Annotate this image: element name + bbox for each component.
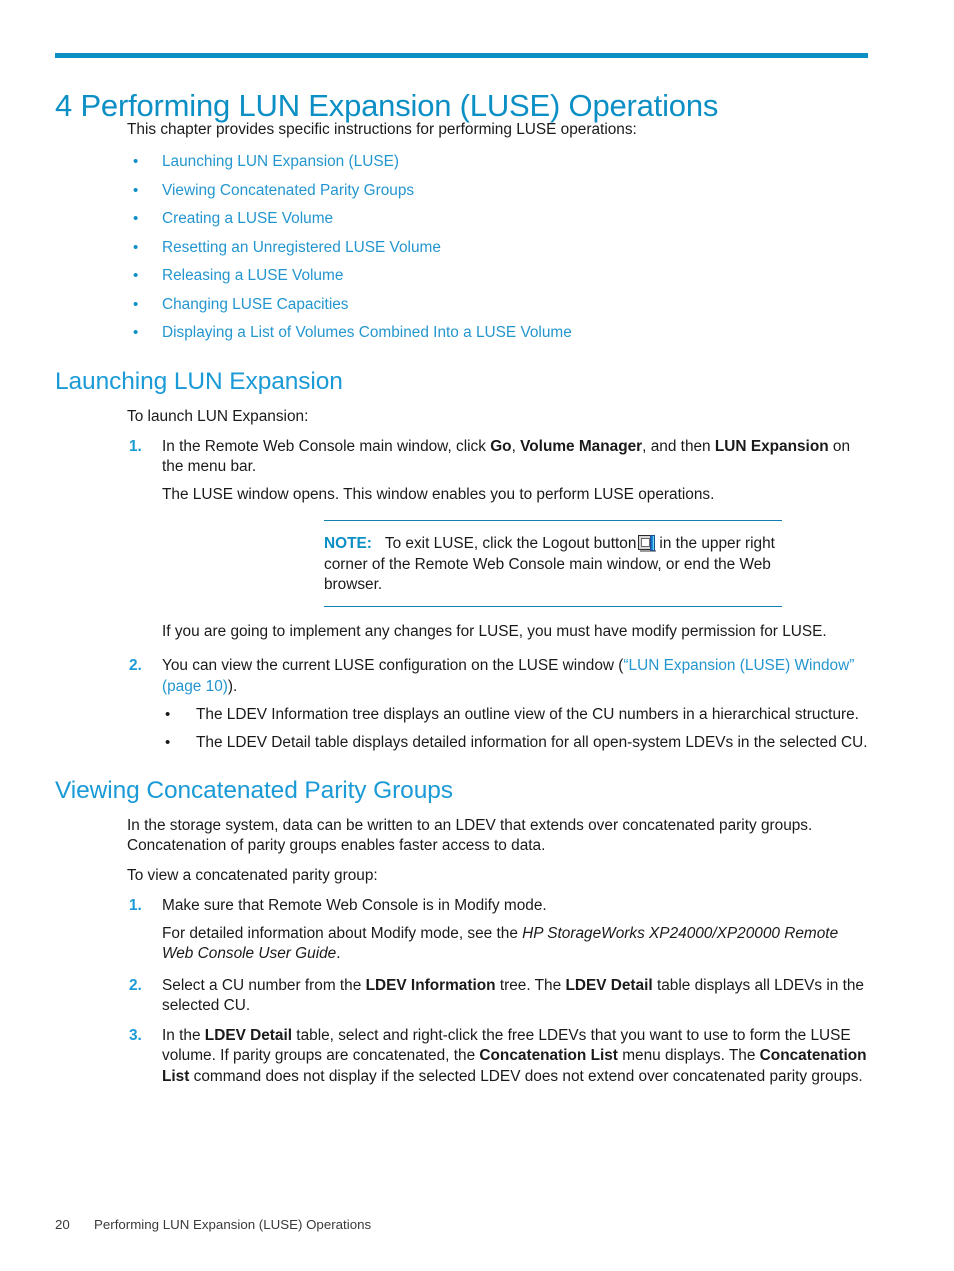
step-text-part: Select a CU number from the <box>162 976 366 994</box>
bullet-icon: • <box>133 267 139 284</box>
viewing-steps-list: 1. Make sure that Remote Web Console is … <box>0 896 954 1087</box>
footer-page-number: 20 <box>55 1217 70 1232</box>
sub-bullet-text: The LDEV Information tree displays an ou… <box>196 706 859 723</box>
toc-link-changing-luse-capacities[interactable]: Changing LUSE Capacities <box>162 296 349 313</box>
bullet-icon: • <box>133 181 139 199</box>
step-number: 2. <box>129 657 142 674</box>
step-text-part: command does not display if the selected… <box>189 1067 863 1085</box>
step-text-part: For detailed information about Modify mo… <box>162 924 523 942</box>
list-item: • Launching LUN Expansion (LUSE) <box>0 153 954 171</box>
step-number: 1. <box>129 437 142 455</box>
step-text-part: , and then <box>642 437 715 455</box>
step-text: Make sure that Remote Web Console is in … <box>162 897 547 914</box>
step-text-part: . <box>336 945 341 962</box>
bullet-icon: • <box>133 324 139 341</box>
note-admonition: NOTE: To exit LUSE, click the Logout butt… <box>324 520 782 607</box>
list-item: • The LDEV Detail table displays detaile… <box>162 733 868 754</box>
note-text: NOTE: To exit LUSE, click the Logout butt… <box>324 534 782 596</box>
list-item: • Releasing a LUSE Volume <box>0 267 954 285</box>
note-label: NOTE: <box>324 535 372 552</box>
toc-link-viewing-concatenated-parity-groups[interactable]: Viewing Concatenated Parity Groups <box>162 182 414 199</box>
note-text-part: To exit LUSE, click the Logout button <box>384 535 637 552</box>
step-text: In the LDEV Detail table, select and rig… <box>162 1026 868 1088</box>
step-item-2: 2. You can view the current LUSE configu… <box>0 656 954 753</box>
toc-link-creating-a-luse-volume[interactable]: Creating a LUSE Volume <box>162 210 333 227</box>
logout-button-icon <box>638 535 657 552</box>
step-number: 2. <box>129 976 142 994</box>
header-rule <box>55 53 868 58</box>
chapter-intro-paragraph: This chapter provides specific instructi… <box>127 121 637 138</box>
bullet-icon: • <box>165 706 171 723</box>
step-text: In the Remote Web Console main window, c… <box>162 437 868 478</box>
step-text-part: In the Remote Web Console main window, c… <box>162 437 491 455</box>
step-text: Select a CU number from the LDEV Informa… <box>162 976 868 1017</box>
step-item-2: 2. Select a CU number from the LDEV Info… <box>0 976 954 1017</box>
modify-permission-paragraph: If you are going to implement any change… <box>162 622 827 640</box>
step-bold-ldev-information: LDEV Information <box>365 976 496 994</box>
step-followup-text: The LUSE window opens. This window enabl… <box>162 485 715 503</box>
bullet-icon: • <box>133 153 139 170</box>
list-item: • Changing LUSE Capacities <box>0 296 954 314</box>
section-heading-launching-lun-expansion: Launching LUN Expansion <box>55 367 343 395</box>
step-bold-concatenation-list: Concatenation List <box>479 1047 618 1064</box>
step-number: 1. <box>129 897 142 914</box>
viewing-paragraph-1: In the storage system, data can be writt… <box>127 817 813 854</box>
launching-lead-paragraph: To launch LUN Expansion: <box>127 407 309 425</box>
step-text-part: ). <box>227 677 238 695</box>
toc-link-displaying-a-list-of-volumes[interactable]: Displaying a List of Volumes Combined In… <box>162 324 572 341</box>
step-text: You can view the current LUSE configurat… <box>162 656 868 697</box>
step-followup-text: For detailed information about Modify mo… <box>162 924 868 965</box>
step2-sub-bullets: • The LDEV Information tree displays an … <box>162 705 868 753</box>
bullet-icon: • <box>165 733 171 751</box>
toc-link-resetting-an-unregistered-luse-volume[interactable]: Resetting an Unregistered LUSE Volume <box>162 239 441 256</box>
page-title: 4 Performing LUN Expansion (LUSE) Operat… <box>55 87 719 123</box>
list-item: • The LDEV Information tree displays an … <box>162 705 868 726</box>
step-text-part: , <box>511 437 521 455</box>
step-text-part: You can view the current LUSE configurat… <box>162 657 624 674</box>
list-item: • Creating a LUSE Volume <box>0 210 954 228</box>
step-item-1: 1. In the Remote Web Console main window… <box>0 437 954 643</box>
step-text-part: menu displays. The <box>617 1047 760 1064</box>
step-text-part: In the <box>162 1026 205 1044</box>
list-item: • Displaying a List of Volumes Combined … <box>0 324 954 342</box>
section-heading-viewing-concatenated-parity-groups: Viewing Concatenated Parity Groups <box>55 777 453 804</box>
step-bold-volume-manager: Volume Manager <box>520 437 643 455</box>
bullet-icon: • <box>133 210 139 227</box>
footer-running-title: Performing LUN Expansion (LUSE) Operatio… <box>94 1217 372 1232</box>
launching-steps-list: 1. In the Remote Web Console main window… <box>0 437 954 754</box>
toc-link-releasing-a-luse-volume[interactable]: Releasing a LUSE Volume <box>162 267 343 284</box>
page-content: This chapter provides specific instructi… <box>0 120 954 1087</box>
step-text-part: tree. The <box>495 976 566 994</box>
list-item: • Resetting an Unregistered LUSE Volume <box>0 239 954 257</box>
step-bold-ldev-detail: LDEV Detail <box>565 976 653 994</box>
sub-bullet-text: The LDEV Detail table displays detailed … <box>196 733 868 751</box>
bullet-icon: • <box>133 238 139 256</box>
toc-link-launching-lun-expansion[interactable]: Launching LUN Expansion (LUSE) <box>162 153 399 170</box>
list-item: • Viewing Concatenated Parity Groups <box>0 182 954 200</box>
page-footer: 20 Performing LUN Expansion (LUSE) Operat… <box>55 1217 371 1233</box>
viewing-paragraph-2: To view a concatenated parity group: <box>127 867 378 884</box>
chapter-toc-list: • Launching LUN Expansion (LUSE) • Viewi… <box>0 153 954 342</box>
step-number: 3. <box>129 1026 142 1044</box>
step-bold-go: Go <box>490 437 512 455</box>
step-item-1: 1. Make sure that Remote Web Console is … <box>0 896 954 965</box>
document-page: 4 Performing LUN Expansion (LUSE) Operat… <box>0 0 954 1271</box>
step-item-3: 3. In the LDEV Detail table, select and … <box>0 1026 954 1088</box>
step-bold-lun-expansion: LUN Expansion <box>714 437 829 455</box>
bullet-icon: • <box>133 295 139 313</box>
step-bold-ldev-detail: LDEV Detail <box>204 1026 293 1044</box>
